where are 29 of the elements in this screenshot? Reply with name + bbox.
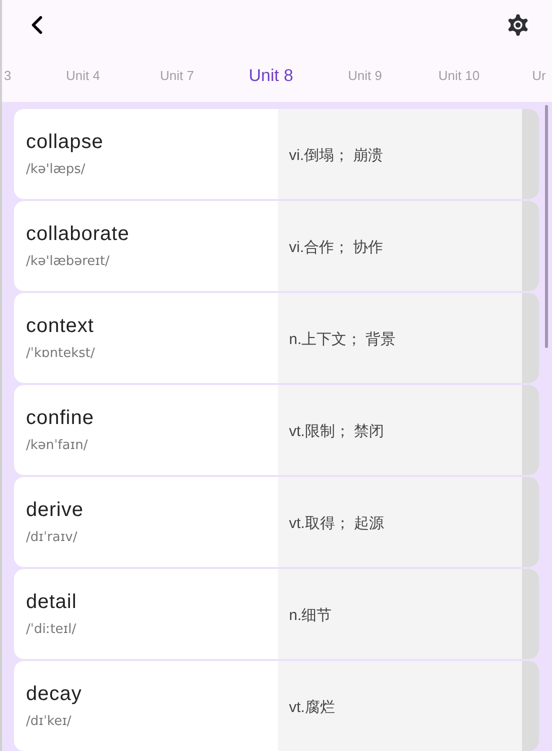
meaning-text: vi.倒塌； 崩溃 <box>289 147 384 164</box>
meaning-text: n.上下文； 背景 <box>289 331 396 348</box>
phonetic-text: /ˈkɒntekst/ <box>26 347 96 361</box>
phonetic-text: /kə'læps/ <box>26 163 86 177</box>
word-text: collapse <box>26 131 104 153</box>
phonetic-text: /dɪˈkeɪ/ <box>26 715 72 729</box>
meaning-text: vt.限制； 禁闭 <box>289 423 384 440</box>
word-text: confine <box>26 407 95 429</box>
word-text: decay <box>26 683 83 705</box>
word-text: derive <box>26 499 84 521</box>
meaning-text: vi.合作； 协作 <box>289 239 384 256</box>
word-card[interactable]: confine /kənˈfaɪn/ vt.限制； 禁闭 <box>14 385 539 475</box>
word-text: detail <box>26 591 78 613</box>
word-card[interactable]: detail /ˈdiːteɪl/ n.细节 <box>14 569 539 659</box>
word-text: context <box>26 315 95 337</box>
word-card[interactable]: decay /dɪˈkeɪ/ vt.腐烂 <box>14 661 539 751</box>
word-text: collaborate <box>26 223 130 245</box>
phonetic-text: /ˈdiːteɪl/ <box>26 623 78 637</box>
word-card[interactable]: collaborate /kə'læbəreɪt/ vi.合作； 协作 <box>14 201 539 291</box>
meaning-text: vt.取得； 起源 <box>289 515 384 532</box>
meaning-text: n.细节 <box>289 607 332 624</box>
meaning-text: vt.腐烂 <box>289 699 335 716</box>
phonetic-text: /kə'læbəreɪt/ <box>26 255 110 269</box>
phonetic-text: /dɪˈraɪv/ <box>26 531 78 545</box>
word-card[interactable]: derive /dɪˈraɪv/ vt.取得； 起源 <box>14 477 539 567</box>
unit-tab[interactable]: Unit 8 <box>248 66 294 85</box>
word-card[interactable]: collapse /kə'læps/ vi.倒塌； 崩溃 <box>14 109 539 199</box>
phonetic-text: /kənˈfaɪn/ <box>26 439 89 453</box>
word-card[interactable]: context /ˈkɒntekst/ n.上下文； 背景 <box>14 293 539 383</box>
